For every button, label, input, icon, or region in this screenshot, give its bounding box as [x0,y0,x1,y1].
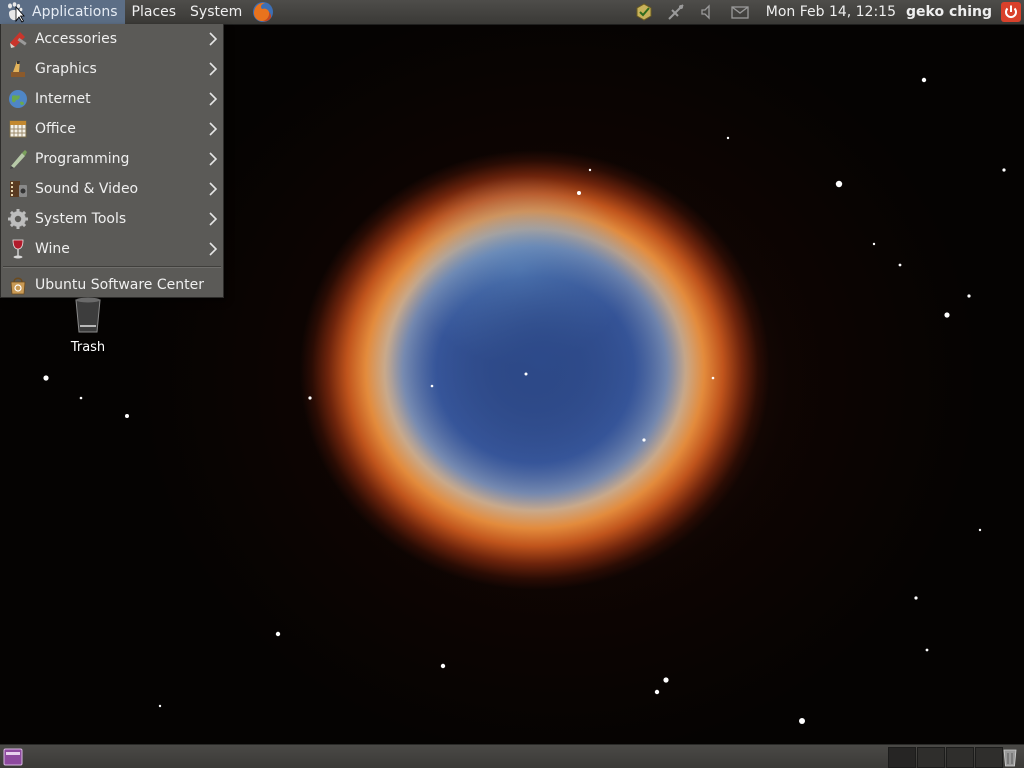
menu-item-wine[interactable]: Wine [1,234,223,264]
desktop-trash[interactable]: Trash [56,296,120,355]
menu-item-label: System Tools [35,211,127,227]
trash-applet-icon[interactable] [1000,747,1020,767]
system-tools-icon [8,209,28,229]
power-icon[interactable] [1000,1,1022,23]
menu-item-internet[interactable]: Internet [1,84,223,114]
menu-item-label: Internet [35,91,91,107]
menu-item-label: Sound & Video [35,181,139,197]
menu-item-graphics[interactable]: Graphics [1,54,223,84]
software-center-icon [10,277,26,295]
menu-item-accessories[interactable]: Accessories [1,24,223,54]
menu-item-system-tools[interactable]: System Tools [1,204,223,234]
menu-item-label: Wine [35,241,70,257]
volume-icon[interactable] [698,2,718,22]
chevron-right-icon [209,32,217,46]
bottom-panel [0,744,1024,768]
chevron-right-icon [209,212,217,226]
panel-menu-bar: Applications Places System [0,0,275,24]
menu-item-office[interactable]: Office [1,114,223,144]
chevron-right-icon [209,152,217,166]
menu-item-label: Ubuntu Software Center [35,277,204,293]
chevron-right-icon [209,62,217,76]
menu-item-label: Office [35,121,76,137]
wine-icon [12,239,24,259]
workspace-1[interactable] [888,747,916,768]
menu-item-label: Programming [35,151,130,167]
user-name[interactable]: geko ching [906,4,992,20]
workspace-4[interactable] [975,747,1003,768]
applications-dropdown: Accessories Graphics Internet Office Pro… [0,24,224,298]
chevron-right-icon [209,182,217,196]
applications-menu-label: Applications [32,4,118,20]
menu-item-programming[interactable]: Programming [1,144,223,174]
network-icon[interactable] [666,2,686,22]
clock[interactable]: Mon Feb 14, 12:15 [766,4,896,20]
chevron-right-icon [209,242,217,256]
desktop-screen: Applications Places System Mon Feb 14, 1… [0,0,1024,768]
office-icon [9,120,27,138]
accessories-icon [10,32,27,48]
sound-video-icon [10,181,27,197]
chevron-right-icon [209,92,217,106]
gnome-foot-icon [8,2,25,23]
workspace-switcher [888,747,1004,768]
system-menu[interactable]: System [183,0,249,24]
places-menu[interactable]: Places [125,0,184,24]
update-notifier-icon[interactable] [634,2,654,22]
firefox-icon[interactable] [251,0,275,24]
menu-item-sound-video[interactable]: Sound & Video [1,174,223,204]
mail-icon[interactable] [730,2,750,22]
applications-menu[interactable]: Applications [0,0,125,24]
programming-icon [10,150,27,169]
menu-item-label: Accessories [35,31,118,47]
chevron-right-icon [209,122,217,136]
panel-indicators: Mon Feb 14, 12:15 geko ching [628,0,1024,24]
menu-item-label: Graphics [35,61,97,77]
show-desktop-icon[interactable] [3,748,23,766]
graphics-icon [11,61,25,77]
workspace-2[interactable] [917,747,945,768]
workspace-3[interactable] [946,747,974,768]
desktop-icon-label: Trash [70,340,106,355]
top-panel: Applications Places System Mon Feb 14, 1… [0,0,1024,25]
trash-icon [75,297,101,333]
menu-separator [3,266,221,268]
internet-icon [9,90,27,108]
